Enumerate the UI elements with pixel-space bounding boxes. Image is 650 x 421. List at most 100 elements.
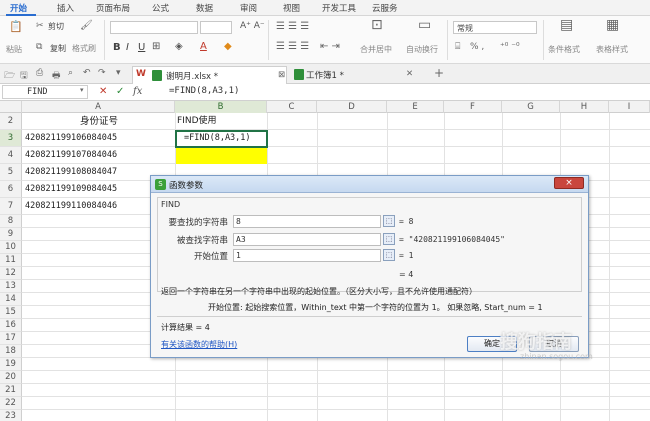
arg-input-start-num[interactable]: 1 [233,249,381,262]
range-select-icon[interactable]: ⬚ [383,249,395,261]
row-header-16[interactable]: 16 [0,319,22,332]
decimal-icon[interactable]: ⁺⁰ ⁻⁰ [500,42,520,52]
percent-comma-icon[interactable]: % , [470,42,484,52]
export-icon[interactable]: ⎙ [36,68,43,78]
table-style-label[interactable]: 表格样式 [596,44,628,55]
cut-label[interactable]: 剪切 [48,21,64,32]
wrap-text-label[interactable]: 自动换行 [406,44,438,55]
row-header-9[interactable]: 9 [0,228,22,241]
row-header-12[interactable]: 12 [0,267,22,280]
dropdown-chevron-icon[interactable]: ▾ [116,68,121,78]
italic-icon[interactable]: I [126,42,129,53]
tab-view[interactable]: 视图 [283,2,300,14]
row-header-5[interactable]: 5 [0,164,22,181]
range-select-icon[interactable]: ⬚ [383,215,395,227]
row-header-21[interactable]: 21 [0,384,22,397]
cell-a3[interactable]: 420821199106084045 [25,130,117,147]
print-icon[interactable]: 🖶 [52,68,61,84]
open-folder-icon[interactable]: 🗁 [4,68,15,84]
currency-icon[interactable]: ⌸ [455,42,460,52]
cell-b2[interactable]: FIND使用 [177,113,217,130]
save-icon[interactable]: 🖫 [20,68,28,84]
name-box-dropdown-icon[interactable]: ▾ [80,86,84,94]
formula-input[interactable]: =FIND(8,A3,1) [167,85,647,99]
row-header-4[interactable]: 4 [0,147,22,164]
align-left-icon[interactable]: ☰ ☰ ☰ [276,41,309,52]
close-button[interactable]: × [554,177,584,189]
arg-input-find-text[interactable]: 8 [233,215,381,228]
row-header-2[interactable]: 2 [0,113,22,130]
merge-center-label[interactable]: 合并居中 [360,44,392,55]
row-header-20[interactable]: 20 [0,371,22,384]
scissors-icon[interactable]: ✂ [36,20,44,32]
insert-function-icon[interactable]: fx [133,86,142,97]
tab-home[interactable]: 开始 [10,2,27,14]
underline-icon[interactable]: U [138,42,145,53]
tab-formulas[interactable]: 公式 [152,2,169,14]
row-header-3[interactable]: 3 [0,130,22,147]
tab-cloud[interactable]: 云服务 [372,2,398,14]
paste-label[interactable]: 粘贴 [6,44,22,55]
cell-b3[interactable]: =FIND(8,A3,1) [184,130,251,147]
row-header-22[interactable]: 22 [0,397,22,410]
cell-a6[interactable]: 420821199109084045 [25,181,117,198]
column-header-c[interactable]: C [267,101,317,113]
row-header-10[interactable]: 10 [0,241,22,254]
grow-shrink-font-icon[interactable]: A⁺ A⁻ [240,21,265,31]
tab-review[interactable]: 审阅 [240,2,257,14]
confirm-entry-icon[interactable]: ✓ [116,86,124,97]
cancel-entry-icon[interactable]: ✕ [99,86,107,97]
new-tab-plus-icon[interactable]: + [434,66,444,80]
table-style-icon[interactable]: ▦ [606,18,619,32]
arg-input-within-text[interactable]: A3 [233,233,381,246]
border-icon[interactable]: ⊞ [152,41,160,52]
close-tab-icon[interactable]: ⊠ [278,70,285,80]
undo-icon[interactable]: ↶ [83,68,91,78]
align-top-icon[interactable]: ☰ ☰ ☰ [276,21,309,32]
cell-a7[interactable]: 420821199110084046 [25,198,117,215]
format-painter-label[interactable]: 格式刷 [72,43,96,54]
conditional-format-icon[interactable]: ▤ [560,18,573,32]
clear-format-icon[interactable]: ◆ [224,41,232,52]
paste-icon[interactable]: 📋 [9,21,23,33]
cell-a5[interactable]: 420821199108084047 [25,164,117,181]
close-tab-icon[interactable]: ✕ [406,69,413,79]
tab-page-layout[interactable]: 页面布局 [96,2,130,14]
font-color-icon[interactable]: A [200,41,207,52]
column-header-d[interactable]: D [317,101,387,113]
row-header-14[interactable]: 14 [0,293,22,306]
row-header-18[interactable]: 18 [0,345,22,358]
column-header-b[interactable]: B [175,101,267,113]
column-header-a[interactable]: A [22,101,175,113]
bold-icon[interactable]: B [113,42,121,53]
column-header-f[interactable]: F [444,101,502,113]
highlighted-cell[interactable] [176,148,267,164]
select-all-corner[interactable] [0,101,22,113]
range-select-icon[interactable]: ⬚ [383,233,395,245]
row-header-15[interactable]: 15 [0,306,22,319]
wrap-text-icon[interactable]: ▭ [418,18,431,32]
merge-center-icon[interactable]: ⊡ [371,18,383,32]
font-name-box[interactable] [110,21,198,34]
row-header-13[interactable]: 13 [0,280,22,293]
conditional-format-label[interactable]: 条件格式 [548,44,580,55]
fill-color-icon[interactable]: ◈ [175,41,183,52]
column-header-e[interactable]: E [387,101,444,113]
tab-insert[interactable]: 插入 [57,2,74,14]
row-header-23[interactable]: 23 [0,410,22,421]
row-header-7[interactable]: 7 [0,198,22,215]
redo-icon[interactable]: ↷ [98,68,106,78]
row-header-8[interactable]: 8 [0,215,22,228]
column-header-i[interactable]: I [609,101,650,113]
copy-label[interactable]: 复制 [50,43,66,54]
column-header-g[interactable]: G [502,101,560,113]
indent-icon[interactable]: ⇤ ⇥ [320,41,340,52]
help-link[interactable]: 有关该函数的帮助(H) [161,339,237,350]
number-format-select[interactable]: 常规 [453,21,537,34]
font-size-box[interactable] [200,21,232,34]
dialog-title-bar[interactable]: S 函数参数 × [151,176,588,193]
tab-data[interactable]: 数据 [196,2,213,14]
tab-developer[interactable]: 开发工具 [322,2,356,14]
doc-tab-inactive[interactable]: 工作簿1 * ✕ [292,66,420,84]
doc-tab-active[interactable]: W 谢明月.xlsx * ⊠ [132,66,287,84]
